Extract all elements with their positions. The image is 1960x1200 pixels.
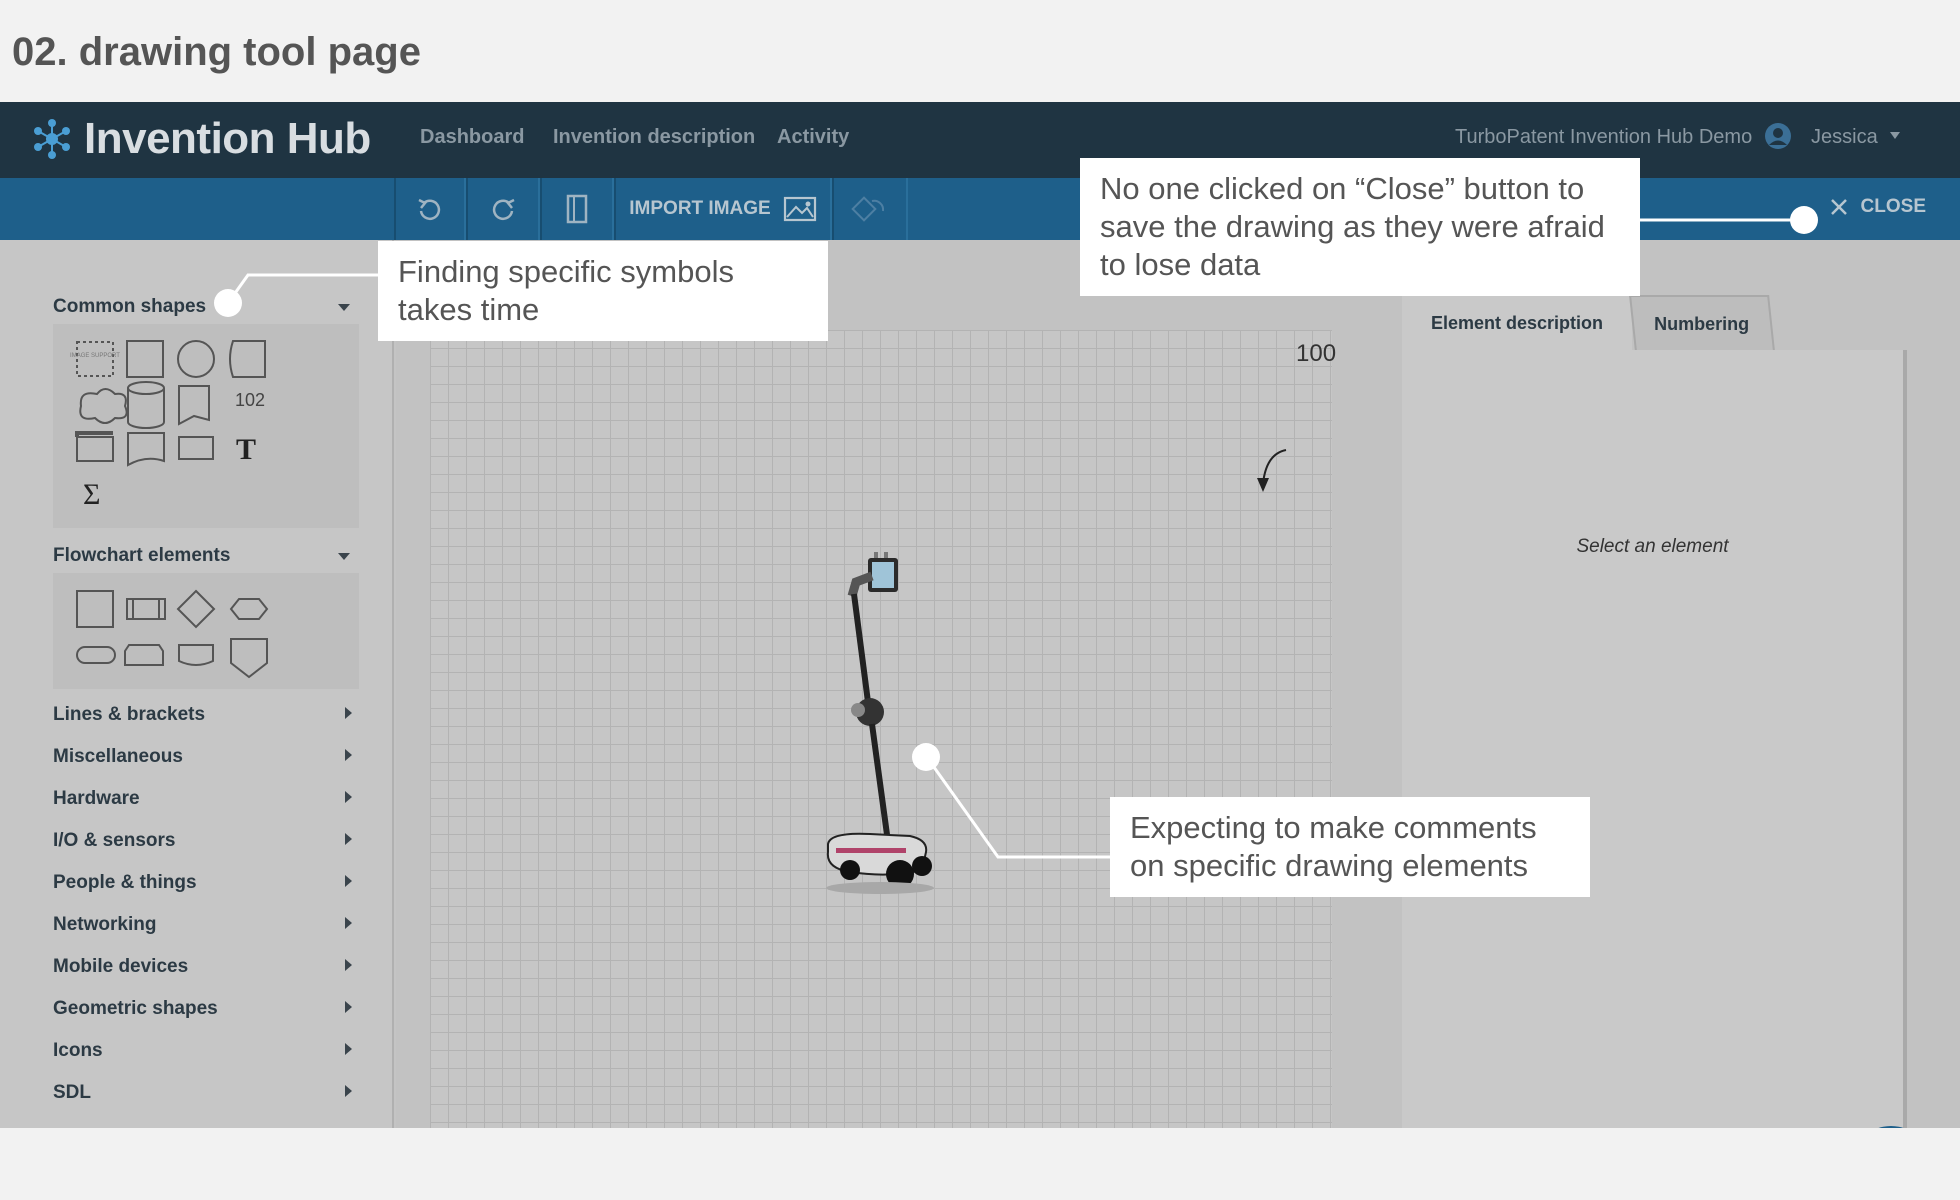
callout-dot bbox=[1790, 206, 1818, 234]
callout-comments: Expecting to make comments on specific d… bbox=[1110, 797, 1590, 897]
callout-dot bbox=[214, 289, 242, 317]
slide-title: 02. drawing tool page bbox=[12, 30, 421, 74]
callout-close: No one clicked on “Close” button to save… bbox=[1080, 158, 1640, 296]
slide-footer bbox=[0, 1128, 1960, 1200]
callout-dot bbox=[912, 743, 940, 771]
callout-connectors bbox=[226, 218, 1804, 859]
callout-symbols: Finding specific symbols takes time bbox=[378, 241, 828, 341]
drawing-tool-app: Invention Hub Dashboard Invention descri… bbox=[0, 102, 1960, 1128]
